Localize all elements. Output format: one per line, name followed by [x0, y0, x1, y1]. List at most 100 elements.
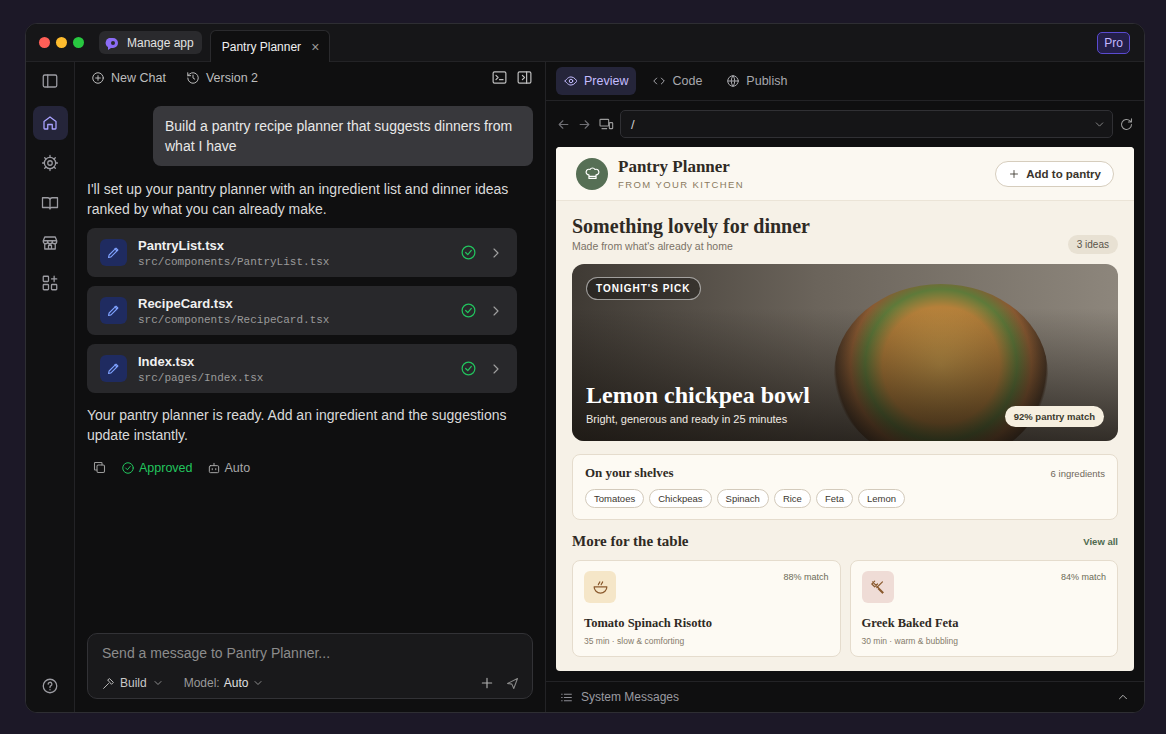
file-list: PantryList.tsxsrc/components/PantryList.… [87, 228, 517, 393]
window-tab[interactable]: Manage app [99, 31, 202, 54]
file-card[interactable]: PantryList.tsxsrc/components/PantryList.… [87, 228, 517, 277]
plus-icon [1008, 168, 1020, 180]
url-text: / [631, 117, 1085, 132]
title-bar: Manage appPantry Planner×Pro [26, 24, 1144, 62]
page-subheading: Made from what's already at home [572, 240, 810, 252]
preview-panel: PreviewCodePublish/Pantry PlannerFROM YO… [545, 62, 1144, 712]
device-icon[interactable] [598, 116, 614, 132]
tab-close-button[interactable]: × [311, 39, 319, 55]
pencil-icon [106, 361, 121, 376]
chevron-down-icon [252, 677, 264, 689]
recipe-match: 88% match [783, 572, 828, 582]
chat-toolbar: New Chat Version 2 [75, 62, 545, 93]
back-arrow-icon[interactable] [556, 117, 571, 132]
chevron-down-icon[interactable] [1093, 118, 1106, 131]
sidebar-item[interactable] [33, 266, 68, 300]
system-messages-bar[interactable]: System Messages [546, 681, 1144, 712]
bowl-icon [592, 579, 609, 596]
ingredient-chip[interactable]: Feta [816, 489, 853, 508]
ingredient-chip[interactable]: Spinach [717, 489, 769, 508]
terminal-icon[interactable] [491, 69, 508, 86]
hero-card[interactable]: TONIGHT'S PICKLemon chickpea bowlBright,… [572, 264, 1118, 441]
file-card[interactable]: RecipeCard.tsxsrc/components/RecipeCard.… [87, 286, 517, 335]
components-icon [41, 274, 59, 292]
file-card[interactable]: Index.tsxsrc/pages/Index.tsx [87, 344, 517, 393]
ingredient-chip[interactable]: Chickpeas [649, 489, 711, 508]
model-select[interactable]: Model: Auto [184, 676, 265, 690]
model-caption: Model: [184, 676, 220, 690]
tab-label: Manage app [127, 36, 194, 50]
model-value: Auto [224, 676, 249, 690]
view-all-link[interactable]: View all [1083, 536, 1118, 547]
ingredient-chip[interactable]: Rice [774, 489, 811, 508]
chevron-right-icon[interactable] [488, 245, 504, 261]
more-title: More for the table [572, 533, 689, 550]
file-name: Index.tsx [138, 354, 449, 369]
collapse-panel-icon[interactable] [516, 69, 533, 86]
app-logo-icon [105, 35, 121, 51]
recipe-icon-box [862, 571, 894, 603]
recipe-card[interactable]: 84% matchGreek Baked Feta30 min · warm &… [850, 560, 1119, 657]
ingredient-chip[interactable]: Lemon [858, 489, 905, 508]
close-button[interactable] [39, 37, 50, 48]
file-info: Index.tsxsrc/pages/Index.tsx [138, 354, 449, 384]
approved-label: Approved [139, 461, 193, 475]
shelves-card: On your shelves6 ingredients Tomatoes Chic… [572, 454, 1118, 520]
composer-controls: Build Model: Auto [102, 675, 520, 691]
attach-plus-icon[interactable] [479, 675, 495, 691]
sidebar-item[interactable] [33, 146, 68, 180]
help-button[interactable] [33, 669, 68, 703]
ingredient-chip[interactable]: Tomatoes [585, 489, 644, 508]
copy-icon[interactable] [92, 460, 107, 475]
shelves-header: On your shelves6 ingredients [585, 465, 1105, 481]
pencil-icon [106, 245, 121, 260]
mode-select[interactable]: Build [102, 676, 164, 690]
approved-status: Approved [121, 461, 193, 475]
sidebar [26, 62, 75, 712]
recipe-cards: 88% matchTomato Spinach Risotto35 min · … [572, 560, 1118, 657]
eye-icon [564, 74, 578, 88]
hero-title: Lemon chickpea bowl [586, 381, 810, 409]
window-controls [39, 37, 84, 48]
app-window: Manage appPantry Planner×ProNew ChatVers… [25, 23, 1145, 713]
hero-badge: TONIGHT'S PICK [586, 277, 701, 300]
preview-tab[interactable]: Code [644, 67, 710, 95]
add-to-pantry-button[interactable]: Add to pantry [995, 161, 1114, 187]
docs-icon [41, 194, 59, 212]
version-label: Version 2 [206, 71, 258, 85]
chevron-up-icon[interactable] [1116, 690, 1130, 704]
shelves-count: 6 ingredients [1051, 468, 1105, 479]
panel-toggle-icon [41, 72, 59, 90]
preview-tab[interactable]: Preview [556, 67, 636, 95]
message-actions: Approved Auto [87, 460, 533, 475]
url-field[interactable]: / [620, 110, 1113, 138]
sidebar-item[interactable] [33, 226, 68, 260]
sidebar-item[interactable] [33, 186, 68, 220]
chevron-right-icon[interactable] [488, 361, 504, 377]
version-button[interactable]: Version 2 [186, 71, 258, 85]
recipe-meta: 35 min · slow & comforting [584, 636, 829, 646]
chevron-right-icon[interactable] [488, 303, 504, 319]
plus-circle-icon [91, 71, 105, 85]
file-icon-box [100, 297, 127, 324]
help-icon [41, 677, 59, 695]
file-info: PantryList.tsxsrc/components/PantryList.… [138, 238, 449, 268]
message-input[interactable] [102, 645, 520, 661]
new-chat-button[interactable]: New Chat [91, 71, 166, 85]
robot-icon [207, 461, 221, 475]
refresh-icon[interactable] [1119, 117, 1134, 132]
sidebar-item[interactable] [33, 106, 68, 140]
check-icon [460, 360, 477, 377]
recipe-card[interactable]: 88% matchTomato Spinach Risotto35 min · … [572, 560, 841, 657]
preview-tab-label: Preview [584, 74, 628, 88]
preview-tab[interactable]: Publish [718, 67, 795, 95]
send-icon[interactable] [505, 676, 520, 691]
chef-hat-icon [584, 165, 601, 182]
sidebar-item[interactable] [33, 64, 68, 98]
app-content: Something lovely for dinnerMade from wha… [556, 201, 1134, 657]
zoom-button[interactable] [73, 37, 84, 48]
window-tab[interactable]: Pantry Planner× [210, 30, 331, 62]
minimize-button[interactable] [56, 37, 67, 48]
auto-mode[interactable]: Auto [207, 461, 251, 475]
forward-arrow-icon[interactable] [577, 117, 592, 132]
